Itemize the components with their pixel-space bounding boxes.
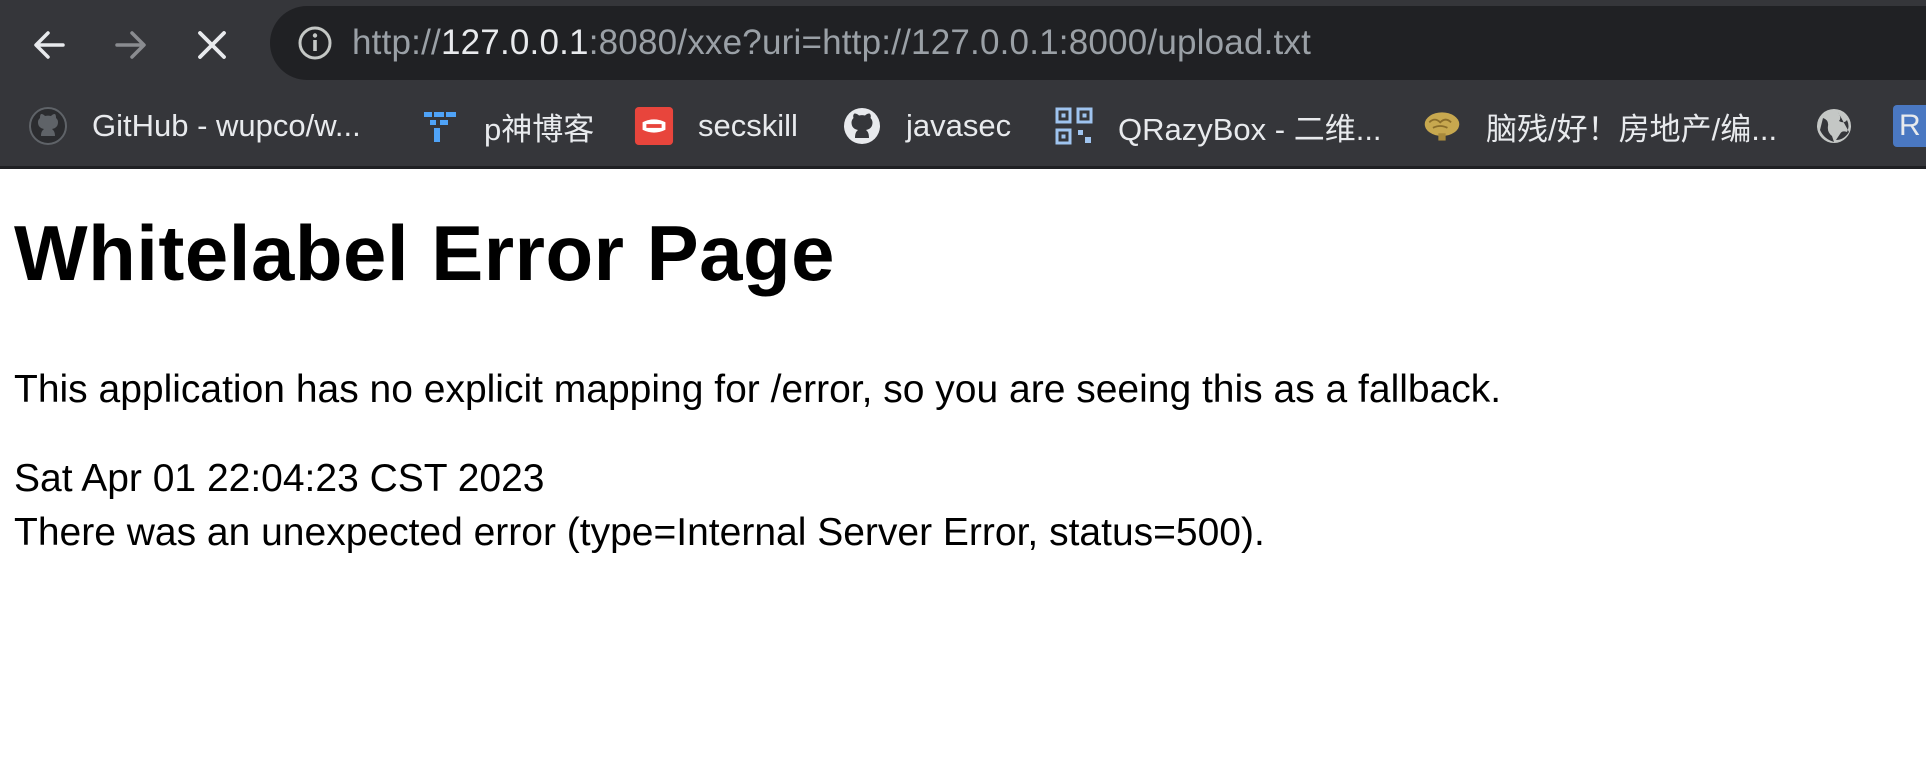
r-badge-icon: R	[1893, 105, 1926, 147]
bookmark-label: 脑残/好！房地产/编...	[1486, 111, 1778, 147]
browser-toolbar: http://127.0.0.1:8080/xxe?uri=http://127…	[0, 0, 1926, 86]
page-title: Whitelabel Error Page	[14, 209, 836, 297]
stop-loading-button[interactable]	[185, 18, 239, 72]
url-path: :8080/xxe?uri=http://127.0.0.1:8000/uplo…	[588, 23, 1312, 62]
bookmark-brain[interactable]: 脑残/好！房地产/编...	[1422, 86, 1777, 166]
info-icon[interactable]	[296, 24, 334, 62]
forward-button[interactable]	[104, 18, 158, 72]
bookmark-label: GitHub - wupco/w...	[92, 108, 361, 143]
bookmark-globe[interactable]	[1814, 86, 1878, 166]
back-button[interactable]	[22, 18, 76, 72]
address-bar[interactable]: http://127.0.0.1:8080/xxe?uri=http://127…	[270, 6, 1926, 80]
stop-loading-icon	[198, 31, 226, 59]
error-timestamp: Sat Apr 01 22:04:23 CST 2023	[14, 456, 545, 500]
bookmark-label: p神博客	[484, 111, 595, 147]
github-icon	[842, 106, 882, 146]
page-content: Whitelabel Error Page This application h…	[0, 169, 1926, 557]
bookmark-github-wupco[interactable]: GitHub - wupco/w...	[28, 86, 361, 166]
url-scheme: http://	[352, 23, 441, 62]
back-arrow-icon	[34, 31, 65, 59]
brain-icon	[1422, 106, 1462, 146]
url-host: 127.0.0.1	[440, 23, 589, 62]
forward-arrow-icon	[115, 31, 146, 59]
bookmark-qrazybox[interactable]: QRazyBox - 二维...	[1054, 86, 1382, 166]
bookmark-label: secskill	[698, 108, 798, 143]
bookmark-secskill[interactable]: secskill	[634, 86, 798, 166]
bookmark-r[interactable]: R	[1893, 86, 1926, 166]
bookmark-label: javasec	[906, 108, 1012, 143]
qr-code-icon	[1054, 106, 1094, 146]
browser-chrome: http://127.0.0.1:8080/xxe?uri=http://127…	[0, 0, 1926, 169]
error-details: There was an unexpected error (type=Inte…	[14, 511, 1265, 555]
url-text[interactable]: http://127.0.0.1:8080/xxe?uri=http://127…	[352, 23, 1311, 63]
secskill-icon	[634, 106, 674, 146]
error-description: This application has no explicit mapping…	[14, 367, 1502, 411]
p-blog-icon	[420, 106, 460, 146]
globe-icon	[1814, 106, 1854, 146]
bookmarks-bar: GitHub - wupco/w... p神博客 secskill javase…	[0, 86, 1926, 169]
github-icon	[28, 106, 68, 146]
bookmark-label: QRazyBox - 二维...	[1118, 111, 1382, 147]
bookmark-javasec[interactable]: javasec	[842, 86, 1011, 166]
bookmark-p-blog[interactable]: p神博客	[420, 86, 594, 166]
